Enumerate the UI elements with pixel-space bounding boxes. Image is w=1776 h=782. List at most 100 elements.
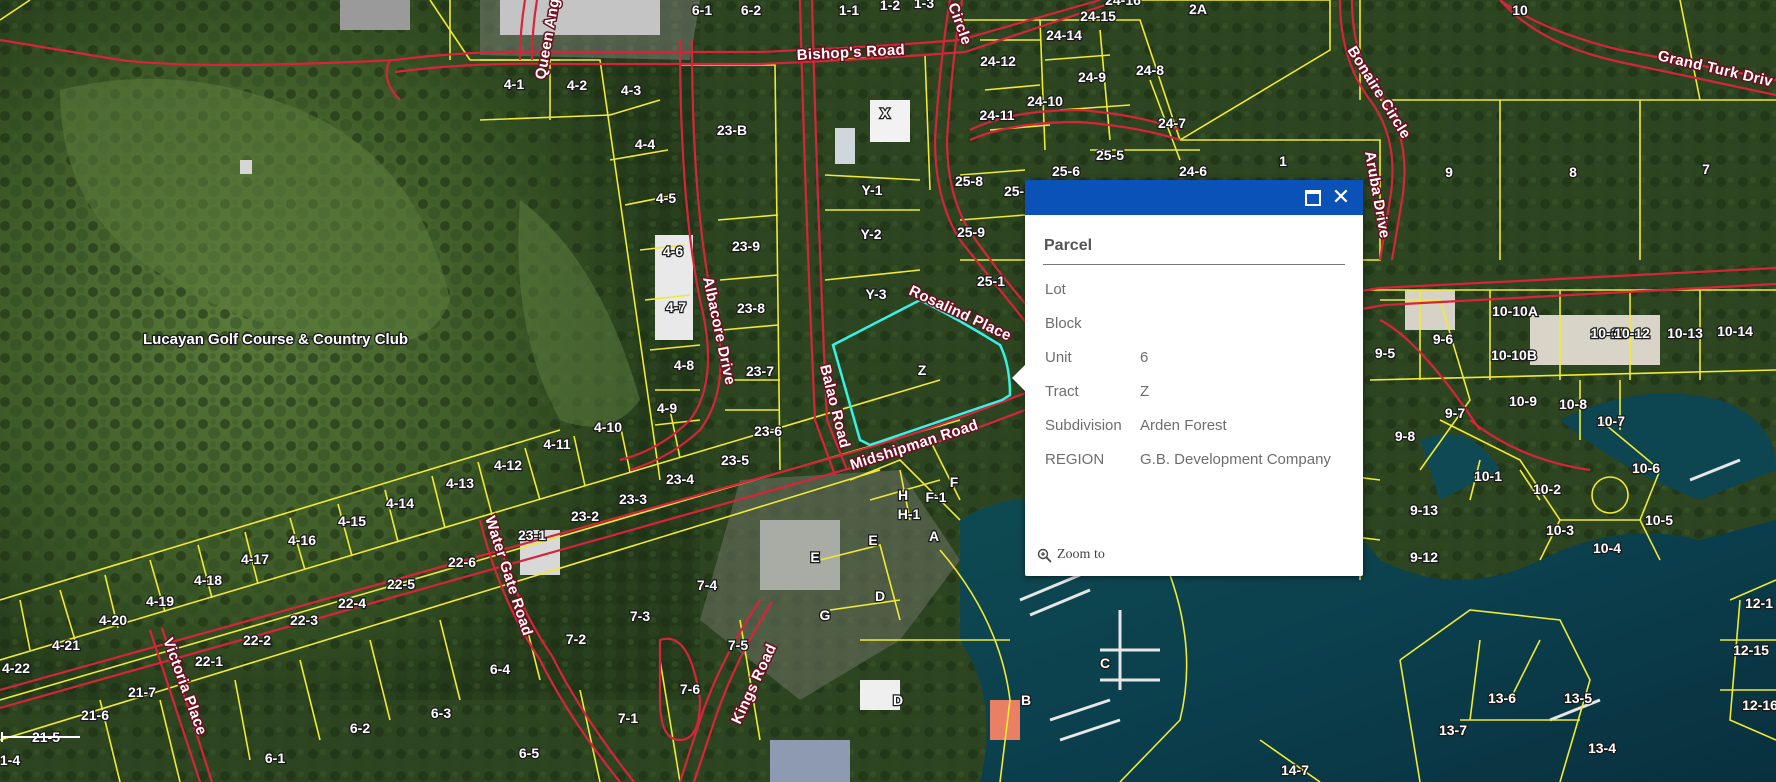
lot-label: 7-3 bbox=[630, 608, 650, 624]
lot-label: 12-1 bbox=[1745, 595, 1773, 611]
lot-label: 10-10A bbox=[1492, 303, 1538, 319]
lot-label: 13-5 bbox=[1564, 690, 1592, 706]
lot-label: Y-1 bbox=[861, 182, 882, 198]
popup-titlebar: ✕ bbox=[1025, 180, 1363, 215]
lot-label: 4-14 bbox=[386, 495, 414, 511]
lot-label: B bbox=[1021, 692, 1031, 708]
lot-label: 4-16 bbox=[288, 532, 316, 548]
attribute-row-subdivision: Subdivision Arden Forest bbox=[1043, 409, 1340, 443]
zoom-to-link[interactable]: Zoom to bbox=[1037, 547, 1105, 563]
lot-label: 24-7 bbox=[1158, 115, 1186, 131]
lot-label: X bbox=[880, 105, 890, 121]
lot-label: 23-5 bbox=[721, 452, 749, 468]
lot-label: 4-19 bbox=[146, 593, 174, 609]
lot-label: 6-4 bbox=[490, 661, 510, 677]
lot-label: 4-8 bbox=[674, 357, 694, 373]
lot-label: C bbox=[1100, 655, 1110, 671]
lot-label: 10 bbox=[1512, 2, 1528, 18]
lot-label: 1-3 bbox=[914, 0, 934, 11]
lot-label: 23-9 bbox=[732, 238, 760, 254]
lot-label: Y-2 bbox=[860, 226, 881, 242]
lot-label: 4-12 bbox=[494, 457, 522, 473]
lot-label: 4-21 bbox=[52, 637, 80, 653]
lot-label: H bbox=[898, 487, 908, 503]
lot-label: 10-6 bbox=[1632, 460, 1660, 476]
lot-label: 4-2 bbox=[567, 77, 587, 93]
attribute-label: Unit bbox=[1045, 349, 1072, 366]
lot-label: 4-13 bbox=[446, 475, 474, 491]
lot-label: G bbox=[820, 607, 831, 623]
lot-label: 7-1 bbox=[618, 710, 638, 726]
lot-label: 10-7 bbox=[1597, 413, 1625, 429]
lot-label: 25-6 bbox=[1052, 163, 1080, 179]
lot-label: 4-18 bbox=[194, 572, 222, 588]
lot-label: 7-6 bbox=[680, 681, 700, 697]
maximize-icon[interactable] bbox=[1303, 188, 1323, 208]
popup-content: Parcel Lot Block Unit 6 Tract Z Subdivis… bbox=[1025, 215, 1363, 477]
lot-label: 4-6 bbox=[663, 243, 683, 259]
lot-label: 6-5 bbox=[519, 745, 539, 761]
lot-label: 23-2 bbox=[571, 508, 599, 524]
lot-label: 24-8 bbox=[1136, 62, 1164, 78]
lot-label: 22-1 bbox=[195, 653, 223, 669]
lot-label: D bbox=[875, 588, 885, 604]
attribute-value bbox=[1140, 273, 1340, 307]
lot-label: 13-7 bbox=[1439, 722, 1467, 738]
lot-label: 23-B bbox=[717, 122, 747, 138]
attribute-row-tract: Tract Z bbox=[1043, 375, 1340, 409]
lot-label: 4-4 bbox=[635, 136, 655, 152]
lot-label: 6-2 bbox=[741, 2, 761, 18]
attribute-label: Tract bbox=[1045, 383, 1079, 400]
popup-title: Parcel bbox=[1043, 215, 1345, 265]
attribute-row-block: Block bbox=[1043, 307, 1340, 341]
lot-label: 23-7 bbox=[746, 363, 774, 379]
lot-label: 4-9 bbox=[657, 400, 677, 416]
lot-label: 13-4 bbox=[1588, 740, 1616, 756]
attribute-row-region: REGION G.B. Development Company bbox=[1043, 443, 1340, 477]
attribute-label: Lot bbox=[1045, 281, 1066, 298]
lot-label: 25-5 bbox=[1096, 147, 1124, 163]
lot-label: 10-13 bbox=[1667, 325, 1703, 341]
lot-label: 9-5 bbox=[1375, 345, 1395, 361]
lot-label: F-1 bbox=[926, 489, 947, 505]
lot-label: Y-3 bbox=[865, 286, 886, 302]
lot-label: 23-4 bbox=[666, 471, 694, 487]
lot-label: A bbox=[929, 528, 939, 544]
lot-label: 8 bbox=[1569, 164, 1577, 180]
lot-label: 12-15 bbox=[1733, 642, 1769, 658]
lot-label: 10-8 bbox=[1559, 396, 1587, 412]
lot-label: 10-14 bbox=[1717, 323, 1753, 339]
lot-label: 4-15 bbox=[338, 513, 366, 529]
attribute-table: Lot Block Unit 6 Tract Z Subdivision Ard… bbox=[1043, 273, 1340, 477]
attribute-label: Subdivision bbox=[1045, 417, 1122, 434]
lot-label: 1-4 bbox=[0, 752, 20, 768]
lot-label: 9-13 bbox=[1410, 502, 1438, 518]
lot-label: 1-2 bbox=[880, 0, 900, 13]
parcel-popup: ✕ Parcel Lot Block Unit 6 Tract Z Subdiv… bbox=[1012, 180, 1363, 576]
lot-label: 24-15 bbox=[1080, 8, 1116, 24]
lot-label: 2A bbox=[1189, 1, 1207, 17]
popup-pointer bbox=[1012, 365, 1025, 391]
lot-label: 23-6 bbox=[754, 423, 782, 439]
lot-label: 7-2 bbox=[566, 631, 586, 647]
lot-label: 14-7 bbox=[1281, 762, 1309, 778]
lot-label: 4-22 bbox=[2, 660, 30, 676]
attribute-label: REGION bbox=[1045, 451, 1105, 468]
lot-label: 22-6 bbox=[448, 554, 476, 570]
lot-label: 7-4 bbox=[697, 577, 717, 593]
lot-label: 23-8 bbox=[737, 300, 765, 316]
attribute-value: Arden Forest bbox=[1140, 417, 1227, 434]
attribute-row-lot: Lot bbox=[1043, 273, 1340, 307]
map-canvas[interactable]: Queen Ang Bishop's Road Albacore Drive B… bbox=[0, 0, 1776, 782]
lot-label: 24-11 bbox=[979, 107, 1014, 123]
lot-label: 10-9 bbox=[1509, 393, 1537, 409]
lot-label: 4-5 bbox=[656, 190, 676, 206]
lot-label: 10-2 bbox=[1533, 481, 1561, 497]
attribute-label: Block bbox=[1045, 315, 1082, 332]
lot-label: 22-4 bbox=[338, 595, 366, 611]
close-icon[interactable]: ✕ bbox=[1331, 187, 1351, 209]
lot-label: 1 bbox=[1279, 153, 1287, 169]
lot-label: E bbox=[810, 549, 819, 565]
lot-label: 6-1 bbox=[265, 750, 285, 766]
lot-label: 7-5 bbox=[728, 637, 748, 653]
